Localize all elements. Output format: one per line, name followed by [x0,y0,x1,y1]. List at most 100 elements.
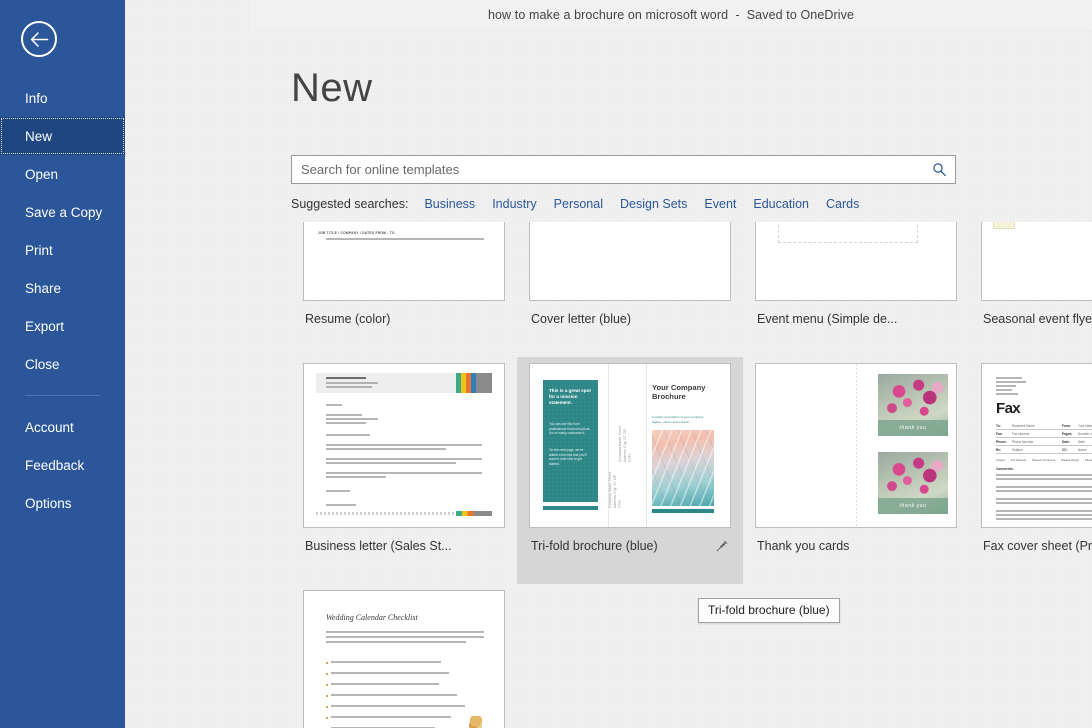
suggested-searches-label: Suggested searches: [291,197,408,211]
fax-cell-value: Phone Number [1012,440,1062,444]
back-button[interactable] [21,21,57,57]
template-gallery-scroll[interactable]: COMMUNICATION LEADERSHIP Experience JOB … [291,222,1092,728]
thumbnail-artwork: COMMUNICATION LEADERSHIP Experience JOB … [304,222,504,300]
template-label: Seasonal event flyer [983,312,1092,326]
fax-cell-value: Your Name [1078,424,1092,428]
sidebar-item-info[interactable]: Info [0,79,125,117]
template-card[interactable]: thank you thank you Thank you cards [743,357,969,584]
sidebar-item-new[interactable]: New [0,117,125,155]
sidebar-item-save-a-copy[interactable]: Save a Copy [0,193,125,231]
sidebar-item-share[interactable]: Share [0,269,125,307]
brochure-vertical-address-2: Company Name Street Address City, ST ZIP… [608,468,622,508]
suggested-link-business[interactable]: Business [424,197,475,211]
sidebar-item-label: Feedback [25,458,84,473]
fax-cell-value: Name [1078,448,1092,452]
wedding-title: Wedding Calendar Checklist [326,613,418,622]
thumbnail-artwork: Your Name [530,222,730,300]
sidebar-item-open[interactable]: Open [0,155,125,193]
template-gallery: COMMUNICATION LEADERSHIP Experience JOB … [291,222,1092,728]
suggested-link-education[interactable]: Education [753,197,809,211]
sidebar-nav-secondary: Account Feedback Options [0,408,125,522]
template-thumbnail-tri-fold-brochure-blue[interactable]: This is a great spot for a mission state… [529,363,731,528]
fax-cell-label: Re: [996,448,1012,452]
thankyou-card-text: thank you [899,503,926,509]
template-thumbnail-business-letter[interactable] [303,363,505,528]
brochure-mission-heading: This is a great spot for a mission state… [549,388,592,406]
thankyou-card-text: thank you [899,425,926,431]
fax-table: To: Recipient Name From: Your Name Fax: … [996,422,1092,454]
fax-cell-label: Pages: [1062,432,1078,436]
sidebar-item-account[interactable]: Account [0,408,125,446]
template-thumbnail-wedding-calendar-checklist[interactable]: Wedding Calendar Checklist [303,590,505,728]
sidebar-item-label: Info [25,91,48,106]
template-thumbnail-fax-cover-sheet[interactable]: Company Name Fax To: Recipient Name From… [981,363,1092,528]
search-icon [932,162,947,177]
template-thumbnail-resume-color[interactable]: COMMUNICATION LEADERSHIP Experience JOB … [303,222,505,301]
brochure-right-photo [652,430,714,506]
thumbnail-artwork: TITLE HERE Event Description Heading [982,222,1092,300]
sidebar-item-label: Open [25,167,58,182]
thumbnail-artwork: thank you thank you [756,364,956,527]
page-title: New [291,66,373,111]
table-row: To: Recipient Name From: Your Name [996,422,1092,430]
template-thumbnail-thank-you-cards[interactable]: thank you thank you [755,363,957,528]
sidebar-item-export[interactable]: Export [0,307,125,345]
fax-cell-value: Date [1078,440,1092,444]
fax-checkbox: For Review [1011,458,1026,462]
sidebar-item-options[interactable]: Options [0,484,125,522]
resume-entry-2: JOB TITLE / COMPANY / DATES FROM - TO [318,231,395,235]
title-separator: - [728,8,747,22]
suggested-link-cards[interactable]: Cards [826,197,859,211]
word-backstage-new-screen: Info New Open Save a Copy Print Share Ex… [0,0,1092,728]
search-input[interactable] [292,156,923,183]
document-title: how to make a brochure on microsoft word [488,8,728,22]
brochure-right-subtitle: A catchy description of your company, ta… [652,415,710,424]
sidebar-item-print[interactable]: Print [0,231,125,269]
fax-cell-label: Date: [1062,440,1078,444]
template-card[interactable]: COMMUNICATION LEADERSHIP Experience JOB … [291,222,517,357]
template-card[interactable]: Company Name Fax To: Recipient Name From… [969,357,1092,584]
search-button[interactable] [923,156,955,183]
suggested-link-design-sets[interactable]: Design Sets [620,197,687,211]
fax-cell-label: Phone: [996,440,1012,444]
template-card[interactable]: Event menu (Simple de... [743,222,969,357]
sidebar-item-label: Print [25,243,53,258]
template-card[interactable]: Wedding Calendar Checklist [291,584,517,728]
fax-cell-label: From: [1062,424,1078,428]
fax-cell-label: To: [996,424,1012,428]
thumbnail-artwork [304,364,504,527]
template-card[interactable]: Your Name Cover letter (blue) [517,222,743,357]
sidebar-item-feedback[interactable]: Feedback [0,446,125,484]
fax-checkbox: Urgent [996,458,1005,462]
sidebar-item-label: Close [25,357,60,372]
pin-icon[interactable] [715,539,729,553]
template-card[interactable]: Business letter (Sales St... [291,357,517,584]
fax-cell-value: Recipient Name [1012,424,1062,428]
suggested-link-personal[interactable]: Personal [554,197,603,211]
table-row: Fax: Fax Number Pages: Number of pages [996,430,1092,438]
template-label: Cover letter (blue) [531,312,631,326]
template-thumbnail-seasonal-event-flyer[interactable]: TITLE HERE Event Description Heading [981,222,1092,301]
fax-checkbox: Please Reply [1061,458,1079,462]
thumbnail-artwork: Company Name Fax To: Recipient Name From… [982,364,1092,527]
template-card-tri-fold-brochure-blue[interactable]: This is a great spot for a mission state… [517,357,743,584]
template-thumbnail-cover-letter-blue[interactable]: Your Name [529,222,731,301]
sidebar-item-close[interactable]: Close [0,345,125,383]
suggested-link-industry[interactable]: Industry [492,197,536,211]
suggested-link-event[interactable]: Event [704,197,736,211]
fax-cell-value: Number of pages [1078,432,1092,436]
fax-cell-value: Fax Number [1012,432,1062,436]
search-box [291,155,956,184]
template-label: Fax cover sheet (Profess... [983,539,1092,553]
brochure-right-title: Your Company Brochure [652,384,712,402]
brochure-mission-body-1: You can use this from professional broch… [549,422,592,436]
sidebar-nav-primary: Info New Open Save a Copy Print Share Ex… [0,79,125,383]
brochure-vertical-address-1: Company Name Street Address City, ST ZIP… [618,422,632,462]
template-thumbnail-event-menu[interactable] [755,222,957,301]
template-card[interactable]: TITLE HERE Event Description Heading [969,222,1092,357]
template-label: Business letter (Sales St... [305,539,452,553]
fax-heading: Fax [996,400,1020,417]
title-bar: how to make a brochure on microsoft word… [250,0,1092,30]
thumbnail-artwork: Wedding Calendar Checklist [304,591,504,728]
brochure-mission-panel: This is a great spot for a mission state… [543,380,598,502]
